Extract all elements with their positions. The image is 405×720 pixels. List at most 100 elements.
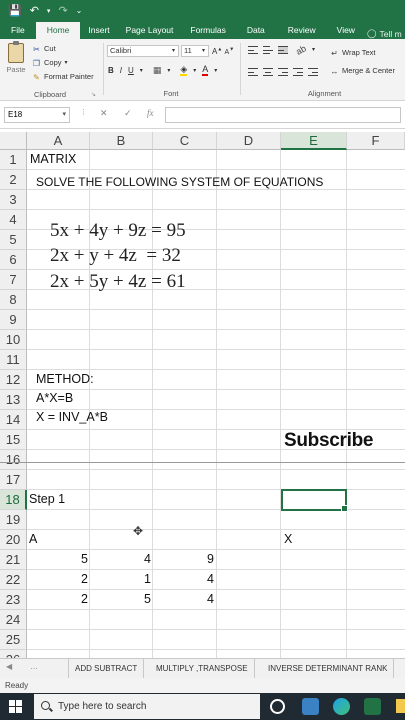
worksheet-grid[interactable]: ABCDEF 1 2 3 4 5 6 7 8 9 10 11 12 13 14 15 16 17 18 19 20 21… bbox=[0, 132, 405, 658]
row-header-18[interactable]: 18 bbox=[0, 490, 27, 510]
row-header-26[interactable]: 26 bbox=[0, 650, 27, 658]
row-header-14[interactable]: 14 bbox=[0, 410, 27, 430]
row-header-11[interactable]: 11 bbox=[0, 350, 27, 370]
row-header-20[interactable]: 20 bbox=[0, 530, 27, 550]
column-header-b[interactable]: B bbox=[90, 132, 153, 150]
undo-icon[interactable]: ↶ bbox=[30, 5, 39, 17]
cell-b22[interactable]: 1 bbox=[93, 572, 151, 586]
fill-color-dropdown-icon[interactable]: ▾ bbox=[193, 67, 196, 74]
windows-start-icon[interactable] bbox=[9, 700, 22, 713]
customize-toolbar-icon[interactable]: ⌄ bbox=[76, 7, 83, 15]
tab-review[interactable]: Review bbox=[277, 22, 327, 39]
column-header-c[interactable]: C bbox=[153, 132, 217, 150]
cell-a13[interactable]: A*X=B bbox=[36, 391, 73, 405]
copy-button[interactable]: ❐ Copy ▾ bbox=[32, 56, 94, 70]
dialog-launcher-icon[interactable]: ↘ bbox=[91, 91, 96, 98]
increase-indent-icon[interactable] bbox=[308, 68, 318, 76]
font-name-select[interactable]: Calibri bbox=[107, 45, 179, 57]
edge-browser-icon[interactable] bbox=[333, 698, 350, 715]
borders-icon[interactable]: ▦ bbox=[153, 65, 162, 76]
name-box-dropdown-icon[interactable]: ▾ bbox=[62, 108, 66, 122]
sheet-tab-add-subtract[interactable]: ADD SUBTRACT bbox=[68, 659, 145, 678]
format-painter-button[interactable]: ✎ Format Painter bbox=[32, 70, 93, 84]
column-header-f[interactable]: F bbox=[347, 132, 405, 150]
font-name-dropdown-icon[interactable]: ▾ bbox=[172, 47, 175, 54]
row-header-23[interactable]: 23 bbox=[0, 590, 27, 610]
borders-dropdown-icon[interactable]: ▾ bbox=[167, 67, 170, 74]
cell-a18[interactable]: Step 1 bbox=[29, 492, 65, 506]
row-header-7[interactable]: 7 bbox=[0, 270, 27, 290]
merge-center-button[interactable]: ↔ Merge & Center bbox=[330, 62, 395, 80]
column-header-a[interactable]: A bbox=[27, 132, 90, 150]
column-header-d[interactable]: D bbox=[217, 132, 281, 150]
tab-insert[interactable]: Insert bbox=[80, 22, 117, 39]
excel-taskbar-icon[interactable] bbox=[364, 698, 381, 715]
column-header-e[interactable]: E bbox=[281, 132, 347, 150]
cell-c21[interactable]: 9 bbox=[156, 552, 214, 566]
italic-button[interactable]: I bbox=[120, 66, 122, 75]
row-header-3[interactable]: 3 bbox=[0, 190, 27, 210]
top-align-icon[interactable] bbox=[248, 46, 258, 54]
row-header-9[interactable]: 9 bbox=[0, 310, 27, 330]
task-view-icon[interactable] bbox=[270, 699, 285, 714]
cut-button[interactable]: ✂ Cut bbox=[32, 42, 94, 56]
selected-cell-e18[interactable] bbox=[281, 489, 348, 512]
bold-button[interactable]: B bbox=[108, 66, 114, 75]
row-header-1[interactable]: 1 bbox=[0, 150, 27, 170]
cell-a14[interactable]: X = INV_A*B bbox=[36, 410, 108, 424]
taskbar-search-box[interactable]: Type here to search bbox=[34, 694, 260, 719]
cancel-icon[interactable]: ✕ bbox=[100, 108, 108, 119]
undo-dropdown-icon[interactable]: ▾ bbox=[47, 8, 51, 15]
row-header-8[interactable]: 8 bbox=[0, 290, 27, 310]
align-left-icon[interactable] bbox=[248, 68, 258, 76]
row-header-19[interactable]: 19 bbox=[0, 510, 27, 530]
cell-a23[interactable]: 2 bbox=[30, 592, 88, 606]
cell-a1[interactable]: MATRIX bbox=[30, 152, 76, 166]
insert-function-icon[interactable]: fx bbox=[147, 108, 154, 118]
formula-input[interactable] bbox=[165, 107, 401, 123]
tab-formulas[interactable]: Formulas bbox=[181, 22, 234, 39]
cell-a20[interactable]: A bbox=[29, 532, 37, 546]
paste-button[interactable]: Paste bbox=[4, 41, 28, 83]
scroll-tabs-left-icon[interactable]: ◀ bbox=[6, 662, 12, 671]
sheet-tab-multiply-transpose[interactable]: MULTIPLY ,TRANSPOSE bbox=[150, 659, 255, 678]
middle-align-icon[interactable] bbox=[263, 46, 273, 54]
cell-b23[interactable]: 5 bbox=[93, 592, 151, 606]
wrap-text-button[interactable]: ↵ Wrap Text bbox=[330, 44, 395, 62]
row-header-2[interactable]: 2 bbox=[0, 170, 27, 190]
orientation-icon[interactable]: ab bbox=[294, 43, 308, 57]
fill-color-icon[interactable]: ◈ bbox=[180, 65, 188, 76]
row-header-21[interactable]: 21 bbox=[0, 550, 27, 570]
select-all-corner[interactable] bbox=[0, 132, 27, 150]
row-header-6[interactable]: 6 bbox=[0, 250, 27, 270]
decrease-indent-icon[interactable] bbox=[293, 68, 303, 76]
row-header-25[interactable]: 25 bbox=[0, 630, 27, 650]
align-center-icon[interactable] bbox=[263, 68, 273, 76]
row-header-24[interactable]: 24 bbox=[0, 610, 27, 630]
font-color-icon[interactable]: A bbox=[202, 65, 209, 76]
app-icon[interactable] bbox=[302, 698, 319, 715]
bottom-align-icon[interactable] bbox=[278, 46, 288, 54]
tab-view[interactable]: View bbox=[327, 22, 365, 39]
tab-home[interactable]: Home bbox=[35, 22, 81, 39]
font-size-dropdown-icon[interactable]: ▾ bbox=[202, 47, 205, 54]
redo-icon[interactable]: ↷ bbox=[58, 5, 67, 17]
font-color-dropdown-icon[interactable]: ▾ bbox=[214, 67, 217, 74]
enter-icon[interactable]: ✓ bbox=[124, 108, 132, 119]
tab-data[interactable]: Data bbox=[235, 22, 277, 39]
file-explorer-icon[interactable] bbox=[396, 699, 405, 713]
cell-c22[interactable]: 4 bbox=[156, 572, 214, 586]
row-header-10[interactable]: 10 bbox=[0, 330, 27, 350]
sheet-tab-inverse-determinant-rank[interactable]: INVERSE DETERMINANT RANK bbox=[262, 659, 395, 678]
row-header-4[interactable]: 4 bbox=[0, 210, 27, 230]
cell-e20[interactable]: X bbox=[284, 532, 292, 546]
align-right-icon[interactable] bbox=[278, 68, 288, 76]
cell-c23[interactable]: 4 bbox=[156, 592, 214, 606]
more-sheets-icon[interactable]: … bbox=[30, 662, 38, 671]
row-header-16[interactable]: 16 bbox=[0, 450, 27, 470]
cell-b21[interactable]: 4 bbox=[93, 552, 151, 566]
orientation-dropdown-icon[interactable]: ▾ bbox=[312, 46, 315, 53]
underline-dropdown-icon[interactable]: ▾ bbox=[140, 67, 143, 74]
row-header-13[interactable]: 13 bbox=[0, 390, 27, 410]
copy-dropdown-icon[interactable]: ▾ bbox=[65, 56, 68, 70]
